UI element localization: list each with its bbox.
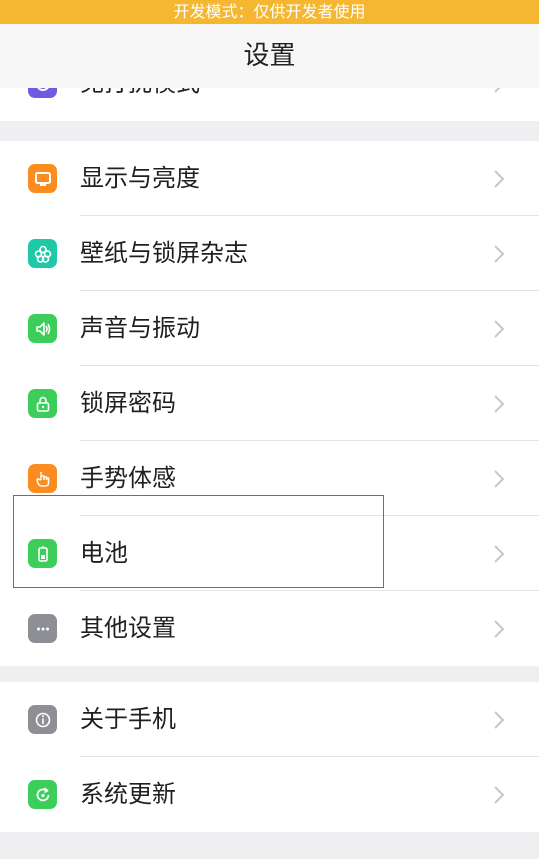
chevron-right-icon xyxy=(494,245,505,263)
developer-mode-banner: 开发模式：仅供开发者使用 xyxy=(0,0,539,24)
settings-row-about-phone[interactable]: 关于手机 xyxy=(0,682,539,757)
more-dots-icon xyxy=(28,614,57,643)
update-icon xyxy=(28,780,57,809)
settings-row-label: 其他设置 xyxy=(80,614,176,642)
settings-row-label: 系统更新 xyxy=(80,780,176,808)
wallpaper-flower-icon xyxy=(28,239,57,268)
chevron-right-icon xyxy=(494,470,505,488)
settings-row-do-not-disturb[interactable]: 免打扰模式 xyxy=(0,88,539,121)
settings-row-label: 显示与亮度 xyxy=(80,164,200,192)
partial-group: 免打扰模式 xyxy=(0,88,539,121)
chevron-right-icon xyxy=(494,786,505,804)
settings-row-label: 锁屏密码 xyxy=(80,389,176,417)
settings-row-lock-password[interactable]: 锁屏密码 xyxy=(0,366,539,441)
settings-row-other[interactable]: 其他设置 xyxy=(0,591,539,666)
settings-row-wallpaper[interactable]: 壁纸与锁屏杂志 xyxy=(0,216,539,291)
chevron-right-icon xyxy=(494,711,505,729)
settings-row-sound[interactable]: 声音与振动 xyxy=(0,291,539,366)
settings-row-label: 关于手机 xyxy=(80,705,176,733)
settings-list[interactable]: 免打扰模式 显示与亮度 壁纸与锁屏杂志 声音与振动 xyxy=(0,88,539,859)
chevron-right-icon xyxy=(494,545,505,563)
chevron-right-icon xyxy=(494,320,505,338)
settings-row-label: 壁纸与锁屏杂志 xyxy=(80,239,248,267)
settings-row-system-update[interactable]: 系统更新 xyxy=(0,757,539,832)
settings-group-system: 关于手机 系统更新 xyxy=(0,682,539,832)
chevron-right-icon xyxy=(494,620,505,638)
info-icon xyxy=(28,705,57,734)
nav-bar: 设置 xyxy=(0,24,539,88)
settings-row-display[interactable]: 显示与亮度 xyxy=(0,141,539,216)
settings-row-label: 声音与振动 xyxy=(80,314,200,342)
chevron-right-icon xyxy=(494,88,501,93)
highlight-rect xyxy=(13,495,384,588)
chevron-right-icon xyxy=(494,170,505,188)
settings-row-label: 免打扰模式 xyxy=(80,88,200,121)
moon-icon xyxy=(28,88,57,98)
speaker-icon xyxy=(28,314,57,343)
display-icon xyxy=(28,164,57,193)
page-title: 设置 xyxy=(243,41,296,71)
chevron-right-icon xyxy=(494,395,505,413)
lock-icon xyxy=(28,389,57,418)
hand-gesture-icon xyxy=(28,464,57,493)
